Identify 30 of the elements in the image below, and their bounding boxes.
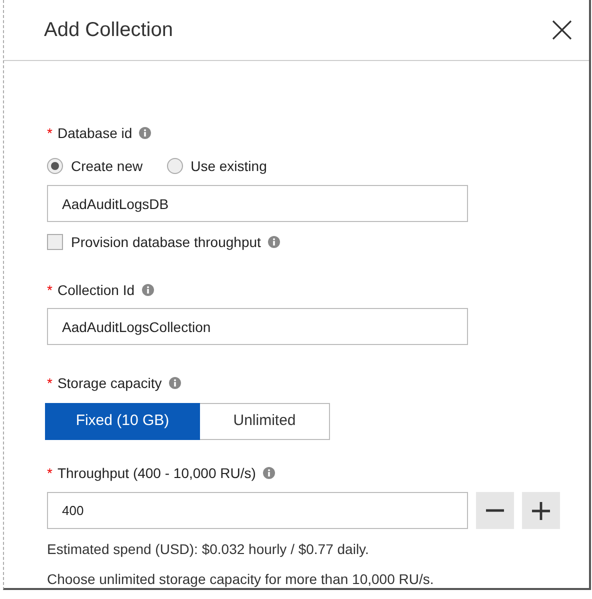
number-input[interactable]: 400 (47, 492, 468, 529)
info-icon (168, 377, 181, 389)
field-label: * Throughput (400 - 10,000 RU/s) (47, 464, 256, 483)
info-icon (142, 284, 154, 296)
radio-button[interactable] (166, 158, 183, 174)
radio-option[interactable]: Use existing (166, 156, 267, 176)
info-icon (139, 127, 152, 139)
info-icon (268, 236, 280, 248)
radio-label: Create new (71, 156, 143, 176)
radio-option[interactable]: Create new (47, 156, 143, 176)
toggle-option[interactable]: Fixed (10 GB) (45, 403, 200, 440)
field-label: * Database id (47, 124, 132, 143)
checkbox-label[interactable]: Provision database throughput (71, 232, 261, 252)
help-text: Estimated spend (USD): $0.032 hourly / $0.77 daily. (47, 540, 370, 559)
minus-icon (485, 509, 505, 512)
help-text: Choose unlimited storage capacity for more than 10,000 RU/s. (47, 570, 435, 588)
info-icon (262, 467, 275, 479)
panel-title: Add Collection (44, 18, 173, 43)
close-icon (551, 19, 573, 41)
plus-icon (531, 500, 551, 520)
field-label: * Storage capacity (47, 374, 162, 393)
text-input[interactable]: AadAuditLogsCollection (47, 308, 468, 345)
field-label: * Collection Id (47, 281, 134, 300)
text-input[interactable]: AadAuditLogsDB (47, 185, 468, 222)
radio-label: Use existing (190, 156, 267, 176)
checkbox[interactable] (47, 234, 63, 250)
radio-button[interactable] (47, 158, 63, 174)
increment-button[interactable] (522, 492, 560, 529)
toggle-option[interactable]: Unlimited (200, 403, 330, 440)
decrement-button[interactable] (476, 492, 514, 529)
